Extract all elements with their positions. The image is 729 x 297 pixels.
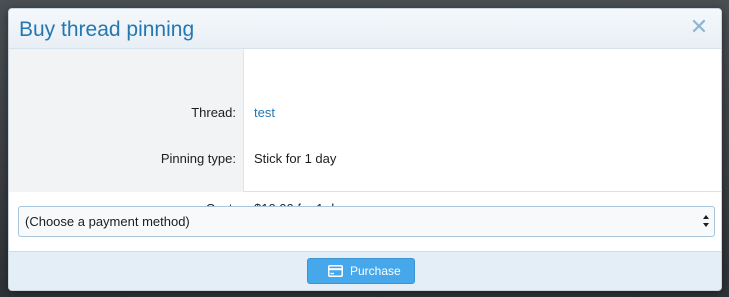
credit-card-icon [328, 265, 343, 277]
purchase-button[interactable]: Purchase [307, 258, 415, 284]
payment-method-value: (Choose a payment method) [25, 214, 190, 229]
thread-label: Thread: [191, 105, 236, 120]
thread-link[interactable]: test [254, 105, 275, 120]
dialog-footer: Purchase [9, 251, 721, 290]
dialog-header: Buy thread pinning ✕ [9, 9, 721, 49]
thread-row: Thread: test [9, 102, 721, 124]
details-form: Thread: test Pinning type: Stick for 1 d… [9, 49, 721, 216]
purchase-label: Purchase [350, 264, 401, 278]
payment-section: (Choose a payment method) [9, 192, 721, 250]
dialog-title: Buy thread pinning [19, 18, 195, 41]
pinning-type-label: Pinning type: [160, 151, 236, 166]
payment-method-select[interactable]: (Choose a payment method) [18, 206, 715, 237]
select-arrows-icon [703, 215, 709, 227]
pinning-type-row: Pinning type: Stick for 1 day [9, 148, 721, 170]
close-icon[interactable]: ✕ [687, 15, 711, 39]
purchase-dialog: Buy thread pinning ✕ Thread: test Pinnin… [8, 8, 722, 291]
pinning-type-value: Stick for 1 day [254, 151, 337, 166]
